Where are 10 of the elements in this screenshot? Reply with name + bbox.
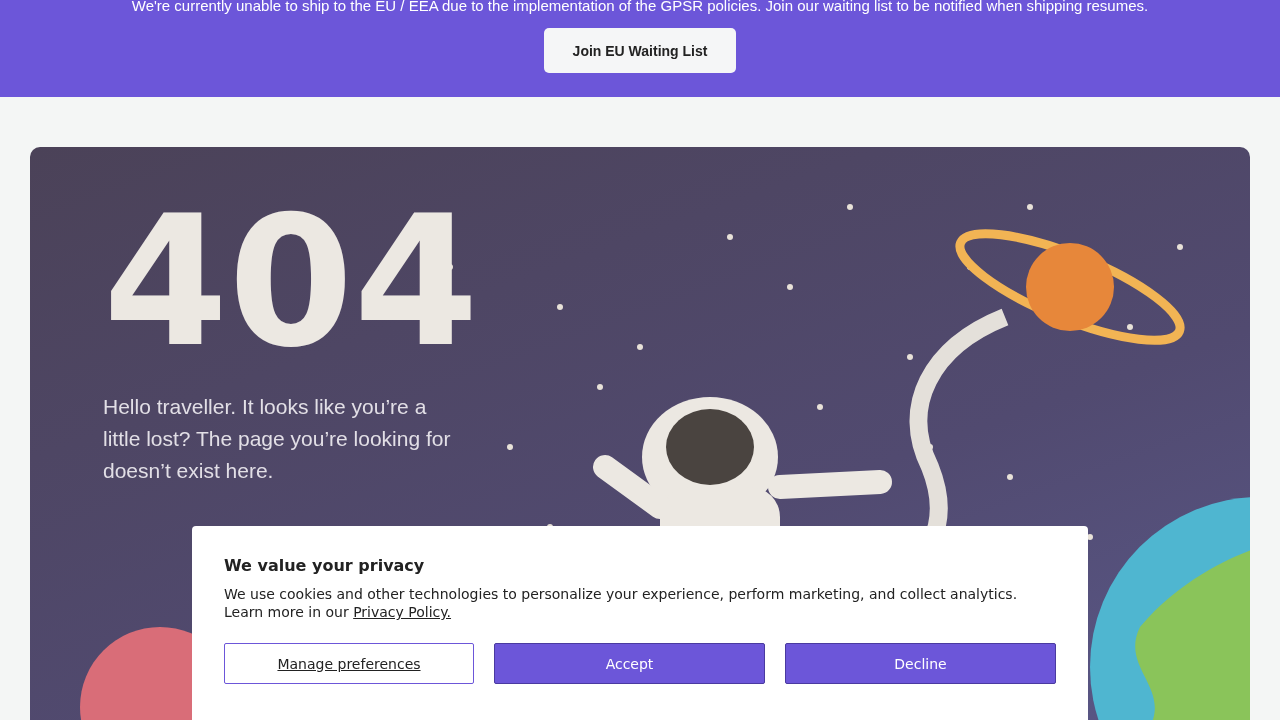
- error-code-heading: 404: [103, 177, 479, 387]
- lost-page-message: Hello traveller. It looks like you’re a little lost? The page you’re looking for doesn’t exist here.: [103, 394, 452, 484]
- shipping-notice: We're currently unable to ship to the EU / EEA due to the implementation of the GPSR policies. Join our waiting list to be notified when shipping resumes.: [131, 0, 1149, 16]
- privacy-title: We value your privacy: [224, 556, 426, 575]
- cookie-choice-button[interactable]: Accept: [494, 643, 765, 684]
- cookie-notice-text: We use cookies and other technologies to personalize your experience, perform marketing, and collect analytics. Learn more in our Privacy Policy.: [224, 585, 1019, 621]
- privacy-policy-link[interactable]: Privacy Policy.: [353, 604, 452, 620]
- cookie-choice-button[interactable]: Manage preferences: [224, 643, 474, 684]
- join-waiting-list-button[interactable]: Join EU Waiting List: [544, 28, 736, 73]
- cookie-choice-button[interactable]: Decline: [785, 643, 1056, 684]
